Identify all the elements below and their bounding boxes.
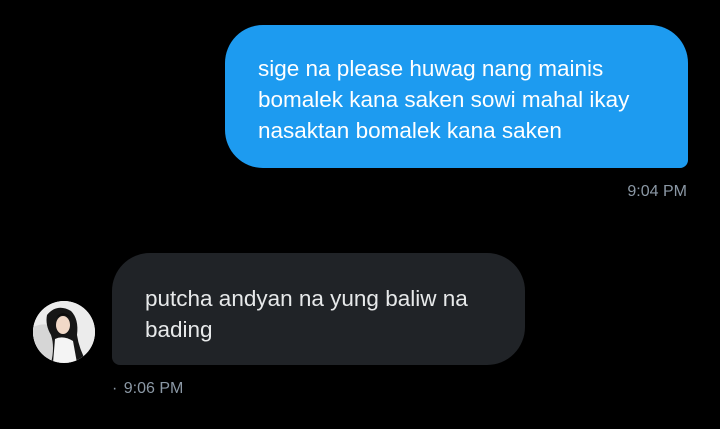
dm-conversation: sige na please huwag nang mainis bomalek… [0,0,720,429]
sent-message-bubble[interactable]: sige na please huwag nang mainis bomalek… [225,25,688,168]
sent-message-line-3: nasaktan bomalek kana saken [258,118,562,143]
received-message-meta: · 9:06 PM [112,380,183,398]
sent-message-timestamp: 9:04 PM [627,183,687,200]
sent-message-line-1: sige na please huwag nang mainis [258,56,604,81]
received-message-bubble[interactable]: putcha andyan na yung baliw na bading [112,253,525,365]
received-message-line-2: bading [145,317,213,342]
received-message-line-1: putcha andyan na yung baliw na [145,286,468,311]
sent-message-line-2: bomalek kana saken sowi mahal ikay [258,87,630,112]
avatar[interactable] [33,301,95,363]
received-message-timestamp: 9:06 PM [123,380,184,397]
received-status-mark: · [112,380,118,397]
user-avatar-photo-icon [33,301,95,363]
